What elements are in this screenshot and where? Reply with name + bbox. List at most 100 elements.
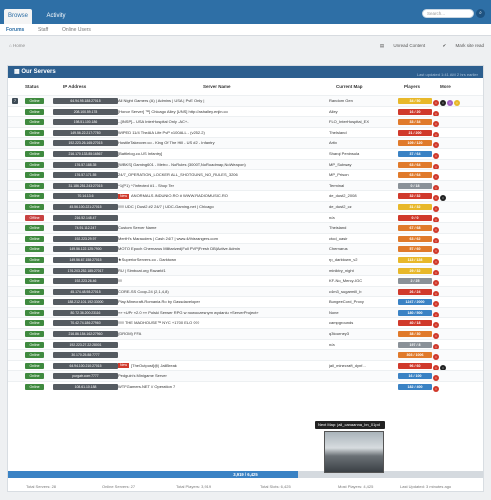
ip-address[interactable]: 108.61.10.188 [53,384,118,391]
server-name[interactable]: [WBKS] Gaming601 - Metro - NoRules (3000… [118,160,332,170]
server-row[interactable]: Online 70.14.13.6 New ANORMALS.INDUNIO.RO #… [8,190,483,202]
server-name[interactable]: MOTO Epoch Chernarus Militarized|Full PV… [118,244,332,254]
players-badge: 31 / 32 [398,203,432,210]
ip-address[interactable]: 192.223.26.165:27015 [53,140,118,147]
server-row[interactable]: Online 45.56.100.221:27015 ◊◊◊ UDC | Dust2… [8,200,483,212]
server-row[interactable]: Online 208.100.59.178 [Honor Server] ™] Ch… [8,105,483,117]
server-name[interactable]: [Honor Server] ™] Chicago Alley [UNS] ht… [118,107,332,117]
server-row[interactable]: Online purgatr.com:7777 Pedguin's Minigame… [8,370,483,382]
server-name[interactable]: New [TheOutpost]@| JailBreak [118,361,332,371]
server-row[interactable]: 7 Online 64.94.95.188:27015 All Night Gamer… [8,95,483,106]
ip-address[interactable]: 30.170.25.88:7777 [53,352,118,359]
subnav-staff[interactable]: Staff [38,27,48,33]
ip-address[interactable]: 198.51.100.186 [53,119,118,126]
ip-address[interactable]: 216.52.148.47 [53,214,118,221]
server-row[interactable]: Online 149.56.67.158:27015 ★SuperiorServer… [8,253,483,265]
server-row[interactable]: Online 216.170.133.85:16567 [Battlelog.co.… [8,147,483,159]
server-name[interactable]: All Night Gamers (A) | Admins | USA | Pv… [118,96,332,106]
server-row[interactable]: Online 198.51.100.186 --[INSP]-- USA Inter… [8,116,483,128]
stat-last-updated: Last Updated: 3 minutes ago [400,484,452,489]
ip-address[interactable]: 176.57.188.35 [53,161,118,168]
ip-address[interactable]: 70.42.74.186:27960 [53,320,118,327]
ip-address[interactable]: 176.57.171.55 [53,172,118,179]
server-name[interactable]: [Battlelog.co.US Infantry] [118,149,332,159]
server-name[interactable]: ◊◊ [118,276,332,286]
server-row[interactable]: Online 80.72.36.200:23116»» «UPr «2.0 »» … [8,306,483,318]
unread-content-link[interactable]: ▤ Unread Content [372,43,425,48]
server-row[interactable]: Online 30.170.25.88:7777 303 / 1006 • [8,349,483,361]
players-badge: 0 / 0 [398,214,432,221]
server-row[interactable]: Online 192.223.26.46 ◊◊ KF-No_Mercy-IGC 2 / … [8,275,483,287]
server-name[interactable]: Pedguin's Minigame Server [118,371,332,381]
ip-address[interactable]: 192.223.29.97 [53,235,118,242]
ip-address[interactable]: 192.223.27.22:28001 [53,341,118,348]
ip-address[interactable]: 31.186.251.243:27015 [53,182,118,189]
server-name[interactable]: MertH's Marauders | Cash 24/7 | www.4/th… [118,234,332,244]
server-name[interactable]: WTFGamers.NET // Operation 7 [118,382,332,392]
ip-address[interactable]: 64.94.100.210:27015 [53,362,118,369]
tab-activity[interactable]: Activity [36,9,76,24]
subnav-forums[interactable]: Forums [6,27,24,33]
ip-address[interactable]: 176.203.252.185:27017 [53,267,118,274]
ip-address[interactable]: 80.72.36.200:23116 [53,309,118,316]
server-name[interactable]: 24/7_OPERATION_LOCKER ALL_SHOTGUNS_NO_RU… [118,170,332,180]
server-row[interactable]: Online 70.42.74.186:27960 ◊◊◊ THE MADHOUSE… [8,317,483,329]
ip-address[interactable]: 216.86.154.162:27960 [53,331,118,338]
server-name[interactable]: ★SuperiorServers.co - Darktown [118,255,332,265]
server-name[interactable]: »» «UPr «2.0 »» Polski Serwer RPG w nowo… [118,308,332,318]
server-row[interactable]: Offline 216.52.148.47 n/a 0 / 0 • [8,211,483,223]
server-row[interactable]: Online 149.56.22.217:7780 WIPED 11/4 TheAI… [8,126,483,138]
server-name[interactable]: (DROM) FFA [118,329,332,339]
server-row[interactable]: Online 188.212.101.192:33000 Play.Minecraf… [8,296,483,308]
tab-browse[interactable]: Browse [4,9,32,24]
server-row[interactable]: Online 176.203.252.185:27017 RU | Simboat.… [8,264,483,276]
ip-address[interactable]: 45.174.48.98:27015 [53,288,118,295]
server-name[interactable]: ◊◊◊ UDC | Dust2 #2 24/7 | UDC-Gaming.net… [118,202,332,212]
server-row[interactable]: Online 192.223.27.22:28001 n/a 197 / 8 • [8,338,483,350]
ip-address[interactable]: 208.100.59.178 [53,108,118,115]
server-name[interactable]: New ANORMALS.INDUNIO.RO # WWW.RADIOMUSIC.… [118,191,332,201]
server-row[interactable]: Online 31.186.251.243:27015 ^1(P1) ^7infec… [8,179,483,191]
ip-address[interactable]: 149.56.122.125:7900 [53,246,118,253]
server-row[interactable]: Online 45.174.48.98:27015 CORE-SS Coop-24 … [8,285,483,297]
search-input[interactable]: Search... [422,9,474,18]
ip-address[interactable]: 216.170.133.85:16567 [53,150,118,157]
ip-address[interactable]: 149.56.67.158:27015 [53,256,118,263]
server-row[interactable]: Online 192.223.29.97 MertH's Marauders | C… [8,232,483,244]
server-name[interactable]: ^1(P1) ^7infected #1 - Shop Ter [118,181,332,191]
search-icon[interactable]: ⌕ [476,9,485,18]
server-name-text: 24/7_OPERATION_LOCKER ALL_SHOTGUNS_NO_RU… [118,172,238,178]
ip-address[interactable]: 64.94.95.188:27015 [53,98,118,104]
mark-read-link[interactable]: ✔ Mark site read [434,43,484,48]
breadcrumb-home[interactable]: Home [13,43,25,48]
server-row[interactable]: Online 216.86.154.162:27960 (DROM) FFA q3to… [8,328,483,340]
subnav-online-users[interactable]: Online Users [62,27,91,33]
server-name[interactable]: HostileTakeover.co - King Of The Hill - … [118,138,332,148]
ip-address[interactable]: 149.56.22.217:7780 [53,129,118,136]
server-row[interactable]: Online 176.57.171.55 24/7_OPERATION_LOCKER… [8,169,483,181]
ip-address[interactable]: 74.91.112.247 [53,225,118,232]
ip-address[interactable]: 188.212.101.192:33000 [53,299,118,306]
server-name-text: MertH's Marauders | Cash 24/7 | www.4/th… [118,235,218,241]
server-name[interactable]: CORE-SS Coop-24 (2,1,4,8) [118,287,332,297]
server-name-text: »» «UPr «2.0 »» Polski Serwer RPG w nowo… [118,309,259,315]
server-row[interactable]: Online 192.223.26.165:27015 HostileTakeove… [8,137,483,149]
breadcrumb[interactable]: ⌂ Home [9,43,25,48]
ip-address[interactable]: 70.14.13.6 [53,193,118,200]
more-action-icon[interactable]: • [433,386,439,393]
server-name[interactable]: Play.Minecraft-Romania.Ro by Gassdavelop… [118,297,332,307]
ip-address[interactable]: 192.223.26.46 [53,278,118,285]
server-name[interactable]: --[INSP]-- USA InterHospital Only -AC+- [118,117,332,127]
server-row[interactable]: Online 108.61.10.188 WTFGamers.NET // Oper… [8,381,483,393]
players-badge: 67 / 68 [398,225,432,232]
server-row[interactable]: Online 74.91.112.247 Custom Server Name The… [8,222,483,234]
ip-address[interactable]: purgatr.com:7777 [53,373,118,380]
server-row[interactable]: Online 149.56.122.125:7900 MOTO Epoch Cher… [8,243,483,255]
server-row[interactable]: Online 64.94.100.210:27015 New [TheOutpost]… [8,359,483,371]
server-name[interactable]: ◊◊◊ THE MADHOUSE™ NYC +1700 ELO ◊◊◊ [118,318,332,328]
ip-address[interactable]: 45.56.100.221:27015 [53,203,118,210]
server-row[interactable]: Online 176.57.188.35 [WBKS] Gaming601 - Me… [8,158,483,170]
server-name[interactable]: WIPED 11/4 TheAIA Life PvP x100ALL - (v2… [118,128,332,138]
server-name[interactable]: RU | Simboat.org Razarl#1 [118,266,332,276]
server-name[interactable]: Custom Server Name [118,223,332,233]
